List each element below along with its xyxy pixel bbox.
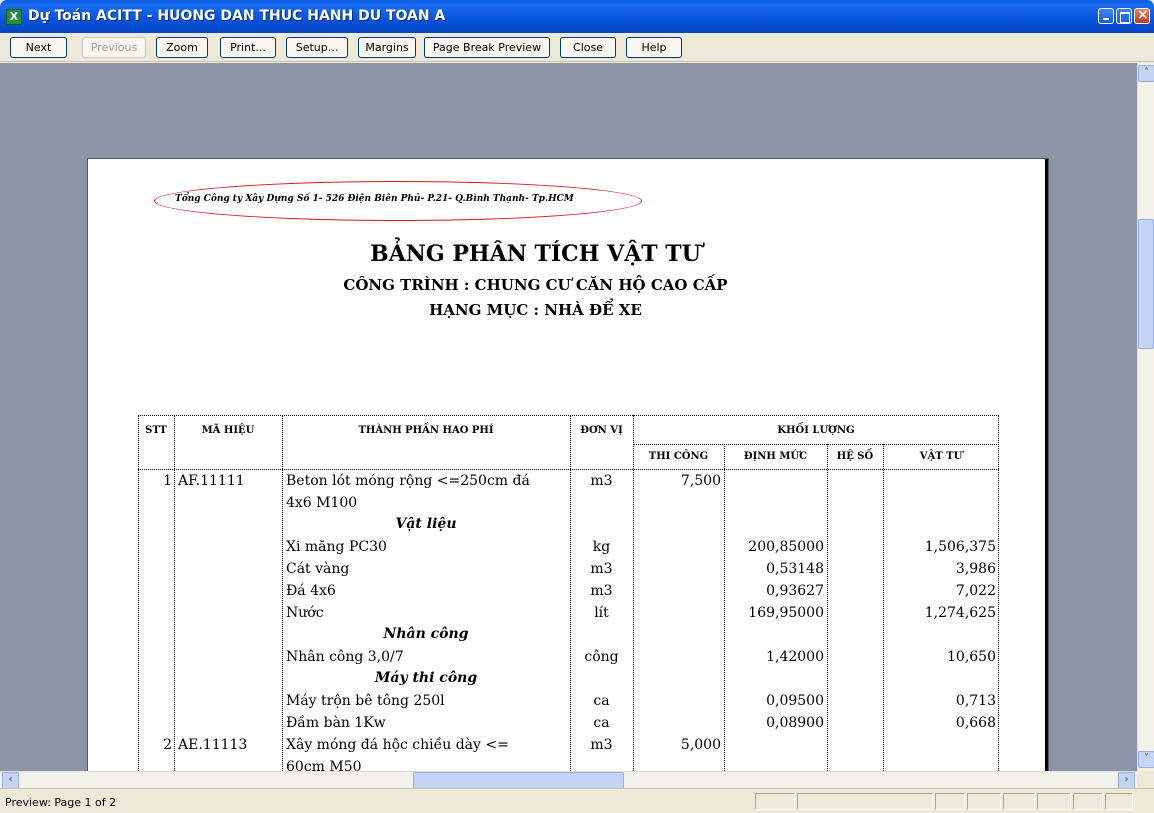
- help-button[interactable]: Help: [626, 37, 682, 58]
- cell-code: AE.11113: [178, 737, 248, 753]
- excel-app-icon[interactable]: X: [6, 9, 22, 25]
- project-name: CÔNG TRÌNH : CHUNG CƯ CĂN HỘ CAO CẤP: [343, 276, 728, 294]
- scrollbar-corner: [1137, 771, 1154, 788]
- company-oval: Tổng Công ty Xây Dựng Số 1- 526 Điện Biê…: [154, 181, 642, 221]
- status-text: Preview: Page 1 of 2: [5, 796, 117, 809]
- cell-stt: 2: [163, 737, 172, 753]
- cell-name: Xây móng đá hộc chiều dày <=: [286, 737, 509, 753]
- group-label: Máy thi công: [374, 670, 478, 686]
- header-thi-cong: THI CÔNG: [648, 451, 709, 462]
- header-dinh-muc: ĐỊNH MỨC: [743, 451, 808, 462]
- cell-norm: 200,85000: [748, 539, 824, 555]
- cell-norm: 0,09500: [766, 693, 824, 709]
- status-bar: Preview: Page 1 of 2: [0, 788, 1154, 813]
- cell-name: Nhân công 3,0/7: [286, 649, 404, 665]
- company-name: Tổng Công ty Xây Dựng Số 1- 526 Điện Biê…: [175, 194, 574, 204]
- cell-norm: 0,53148: [766, 561, 824, 577]
- vertical-scrollbar[interactable]: ˄ ˅: [1137, 63, 1154, 771]
- cell-vattu: 1,274,625: [924, 605, 996, 621]
- cell-unit: m3: [590, 473, 613, 489]
- title-bar: X Dự Toán ACITT - HUONG DAN THUC HANH DU…: [0, 0, 1154, 33]
- minimize-button[interactable]: [1098, 8, 1114, 24]
- preview-area[interactable]: Tổng Công ty Xây Dựng Số 1- 526 Điện Biê…: [0, 63, 1137, 771]
- cell-name: Đá 4x6: [286, 583, 336, 599]
- cell-unit: ca: [593, 693, 610, 709]
- vertical-scroll-thumb[interactable]: [1138, 219, 1154, 349]
- cell-unit: lít: [594, 605, 609, 621]
- group-label: Nhân công: [383, 626, 469, 642]
- scroll-down-icon[interactable]: ˅: [1138, 751, 1154, 768]
- cell-name: Xi măng PC30: [286, 539, 387, 555]
- cell-unit: kg: [592, 539, 611, 555]
- close-window-button[interactable]: [1134, 7, 1150, 24]
- cell-name: Đầm bàn 1Kw: [286, 715, 386, 731]
- header-thanh-phan: THÀNH PHẦN HAO PHÍ: [358, 425, 494, 436]
- cell-vattu: 10,650: [947, 649, 996, 665]
- cell-name: Cát vàng: [286, 561, 350, 577]
- print-button[interactable]: Print...: [220, 37, 276, 58]
- maximize-button[interactable]: [1116, 8, 1132, 24]
- horizontal-scroll-thumb[interactable]: [413, 772, 624, 789]
- close-button[interactable]: Close: [560, 37, 616, 58]
- horizontal-scrollbar[interactable]: ‹ ›: [0, 771, 1137, 789]
- cell-vattu: 7,022: [955, 583, 996, 599]
- cell-norm: 0,93627: [766, 583, 824, 599]
- header-khoi-luong: KHỐI LƯỢNG: [777, 425, 855, 436]
- cell-stt: 1: [163, 473, 172, 489]
- cell-qty: 5,000: [680, 737, 721, 753]
- cell-name: 4x6 M100: [286, 495, 358, 511]
- header-ma-hieu: MÃ HIỆU: [201, 425, 255, 436]
- cell-vattu: 1,506,375: [924, 539, 996, 555]
- cell-vattu: 0,668: [955, 715, 996, 731]
- scroll-left-icon[interactable]: ‹: [2, 772, 19, 789]
- header-vat-tu: VẬT TƯ: [919, 451, 963, 462]
- cell-norm: 169,95000: [748, 605, 824, 621]
- cell-unit: ca: [593, 715, 610, 731]
- cell-unit: m3: [590, 737, 613, 753]
- zoom-button[interactable]: Zoom: [156, 37, 208, 58]
- cell-unit: m3: [590, 583, 613, 599]
- header-he-so: HỆ SỐ: [836, 451, 874, 462]
- header-don-vi: ĐƠN VỊ: [580, 425, 623, 436]
- cell-unit: m3: [590, 561, 613, 577]
- next-button[interactable]: Next: [10, 37, 67, 58]
- print-page: Tổng Công ty Xây Dựng Số 1- 526 Điện Biê…: [88, 159, 1048, 771]
- previous-button: Previous: [82, 37, 146, 58]
- print-preview-toolbar: Next Previous Zoom Print... Setup... Mar…: [0, 33, 1154, 62]
- window-title: Dự Toán ACITT - HUONG DAN THUC HANH DU T…: [28, 8, 446, 24]
- cell-vattu: 0,713: [955, 693, 996, 709]
- cell-norm: 0,08900: [766, 715, 824, 731]
- cell-vattu: 3,986: [955, 561, 996, 577]
- cell-unit: công: [584, 649, 619, 665]
- cell-qty: 7,500: [680, 473, 721, 489]
- cell-norm: 1,42000: [766, 649, 824, 665]
- cell-name: Beton lót móng rộng <=250cm đá: [286, 473, 530, 489]
- cell-name: Máy trộn bê tông 250l: [286, 693, 445, 709]
- category-name: HẠNG MỤC : NHÀ ĐỂ XE: [429, 301, 642, 319]
- setup-button[interactable]: Setup...: [286, 37, 348, 58]
- scroll-right-icon[interactable]: ›: [1118, 772, 1135, 789]
- page-break-preview-button[interactable]: Page Break Preview: [424, 37, 550, 58]
- scroll-up-icon[interactable]: ˄: [1138, 65, 1154, 82]
- cell-name: 60cm M50: [286, 759, 362, 771]
- cell-name: Nước: [286, 605, 324, 621]
- cell-code: AF.11111: [178, 473, 245, 489]
- margins-button[interactable]: Margins: [358, 37, 416, 58]
- document-title: BẢNG PHÂN TÍCH VẬT TƯ: [370, 241, 701, 267]
- group-label: Vật liệu: [395, 516, 457, 532]
- header-stt: STT: [145, 425, 167, 436]
